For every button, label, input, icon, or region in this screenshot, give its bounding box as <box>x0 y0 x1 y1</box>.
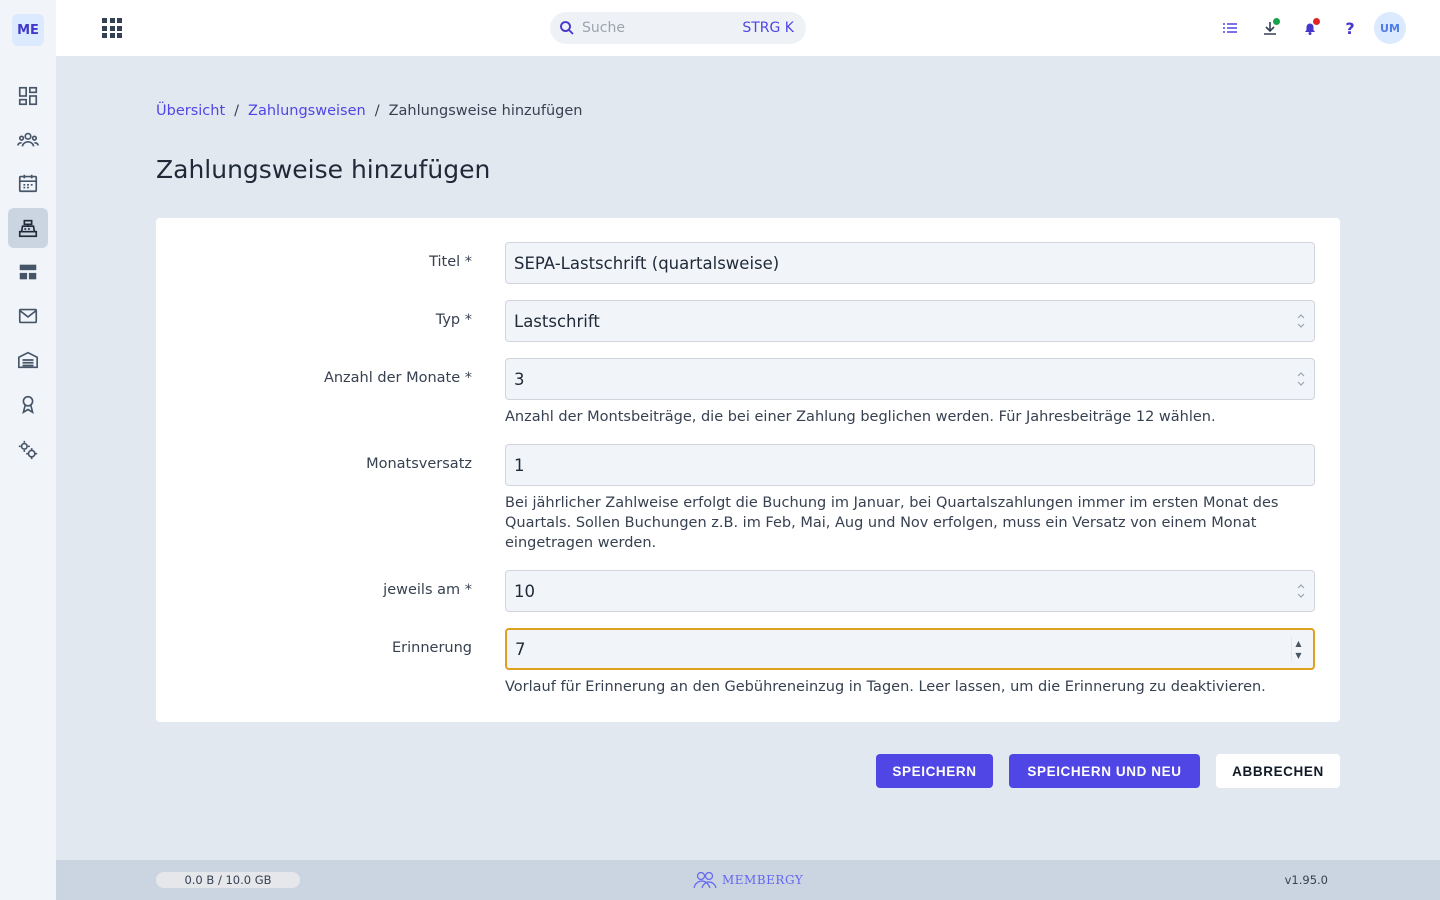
app-logo[interactable]: ME <box>12 14 44 46</box>
breadcrumb-separator: / <box>234 103 240 119</box>
day-select[interactable]: 10 <box>505 570 1315 612</box>
brand-logo: MEMBERGY <box>692 870 803 890</box>
sidebar-item-settings[interactable] <box>8 430 48 470</box>
months-value: 3 <box>514 369 525 389</box>
search-shortcut: STRG K <box>742 20 794 36</box>
task-list-button[interactable] <box>1214 12 1246 44</box>
award-icon <box>22 395 34 414</box>
layout-icon <box>19 264 37 280</box>
app-grid-icon[interactable] <box>102 18 122 38</box>
select-arrows-icon <box>1296 313 1306 329</box>
user-avatar[interactable]: UM <box>1374 12 1406 44</box>
reminder-input[interactable]: 7 ▲ ▼ <box>505 628 1315 670</box>
topbar: Suche STRG K ? UM <box>56 0 1440 56</box>
select-arrows-icon <box>1296 371 1306 387</box>
breadcrumb-separator: / <box>374 103 380 119</box>
search-icon <box>560 21 574 35</box>
reminder-value: 7 <box>515 639 526 659</box>
type-label: Typ * <box>435 312 472 328</box>
sidebar-item-awards[interactable] <box>8 384 48 424</box>
search-placeholder: Suche <box>582 20 625 36</box>
reminder-stepper[interactable]: ▲ ▼ <box>1291 637 1305 661</box>
breadcrumb: Übersicht / Zahlungsweisen / Zahlungsweise h… <box>156 103 582 119</box>
breadcrumb-payment-methods[interactable]: Zahlungsweisen <box>248 103 366 119</box>
reminder-help: Vorlauf für Erinnerung an den Gebührenei… <box>505 679 1266 695</box>
download-button[interactable] <box>1254 12 1286 44</box>
day-label: jeweils am * <box>383 582 472 598</box>
dashboard-icon <box>18 86 38 106</box>
cash-register-icon <box>18 219 38 238</box>
footer: 0.0 B / 10.0 GB MEMBERGY v1.95.0 <box>56 860 1440 900</box>
title-value: SEPA-Lastschrift (quartalsweise) <box>514 253 780 273</box>
type-select[interactable]: Lastschrift <box>505 300 1315 342</box>
save-button[interactable]: SPEICHERN <box>876 754 993 788</box>
search-input[interactable]: Suche STRG K <box>550 12 806 44</box>
settings-icon <box>18 440 38 460</box>
help-icon: ? <box>1345 18 1355 38</box>
offset-label: Monatsversatz <box>366 456 472 472</box>
members-icon <box>17 132 39 147</box>
day-value: 10 <box>514 581 535 601</box>
sidebar-item-warehouse[interactable] <box>8 340 48 380</box>
mail-icon <box>18 308 38 324</box>
stepper-up-icon[interactable]: ▲ <box>1292 637 1305 649</box>
form-card: Titel * SEPA-Lastschrift (quartalsweise)… <box>156 218 1340 722</box>
offset-value: 1 <box>514 455 525 475</box>
breadcrumb-overview[interactable]: Übersicht <box>156 103 225 119</box>
storage-usage: 0.0 B / 10.0 GB <box>156 872 300 888</box>
title-label: Titel * <box>429 254 472 270</box>
cancel-button[interactable]: ABBRECHEN <box>1216 754 1340 788</box>
version-label: v1.95.0 <box>1284 873 1328 887</box>
type-value: Lastschrift <box>514 311 600 331</box>
warehouse-icon <box>18 351 38 369</box>
sidebar-item-calendar[interactable] <box>8 163 48 203</box>
months-select[interactable]: 3 <box>505 358 1315 400</box>
sidebar-item-dashboard[interactable] <box>8 76 48 116</box>
sidebar: ME <box>0 0 56 900</box>
months-label: Anzahl der Monate * <box>323 370 472 386</box>
breadcrumb-current: Zahlungsweise hinzufügen <box>388 103 583 119</box>
sidebar-item-finance[interactable] <box>8 208 48 248</box>
stepper-down-icon[interactable]: ▼ <box>1292 649 1305 661</box>
membergy-logo-icon <box>693 871 717 889</box>
help-button[interactable]: ? <box>1334 12 1366 44</box>
calendar-icon <box>18 174 38 193</box>
sidebar-item-layout[interactable] <box>8 252 48 292</box>
title-input[interactable]: SEPA-Lastschrift (quartalsweise) <box>505 242 1315 284</box>
offset-input[interactable]: 1 <box>505 444 1315 486</box>
notifications-button[interactable] <box>1294 12 1326 44</box>
top-actions: ? UM <box>1206 12 1406 44</box>
brand-name: MEMBERGY <box>722 873 804 887</box>
reminder-label: Erinnerung <box>392 640 472 656</box>
save-and-new-button[interactable]: SPEICHERN UND NEU <box>1009 754 1200 788</box>
offset-help: Bei jährlicher Zahlweise erfolgt die Buc… <box>505 495 1279 551</box>
months-help: Anzahl der Montsbeiträge, die bei einer … <box>505 409 1216 425</box>
sidebar-item-mail[interactable] <box>8 296 48 336</box>
page-title: Zahlungsweise hinzufügen <box>156 155 491 184</box>
select-arrows-icon <box>1296 583 1306 599</box>
sidebar-item-members[interactable] <box>8 120 48 160</box>
task-list-icon <box>1223 23 1237 33</box>
